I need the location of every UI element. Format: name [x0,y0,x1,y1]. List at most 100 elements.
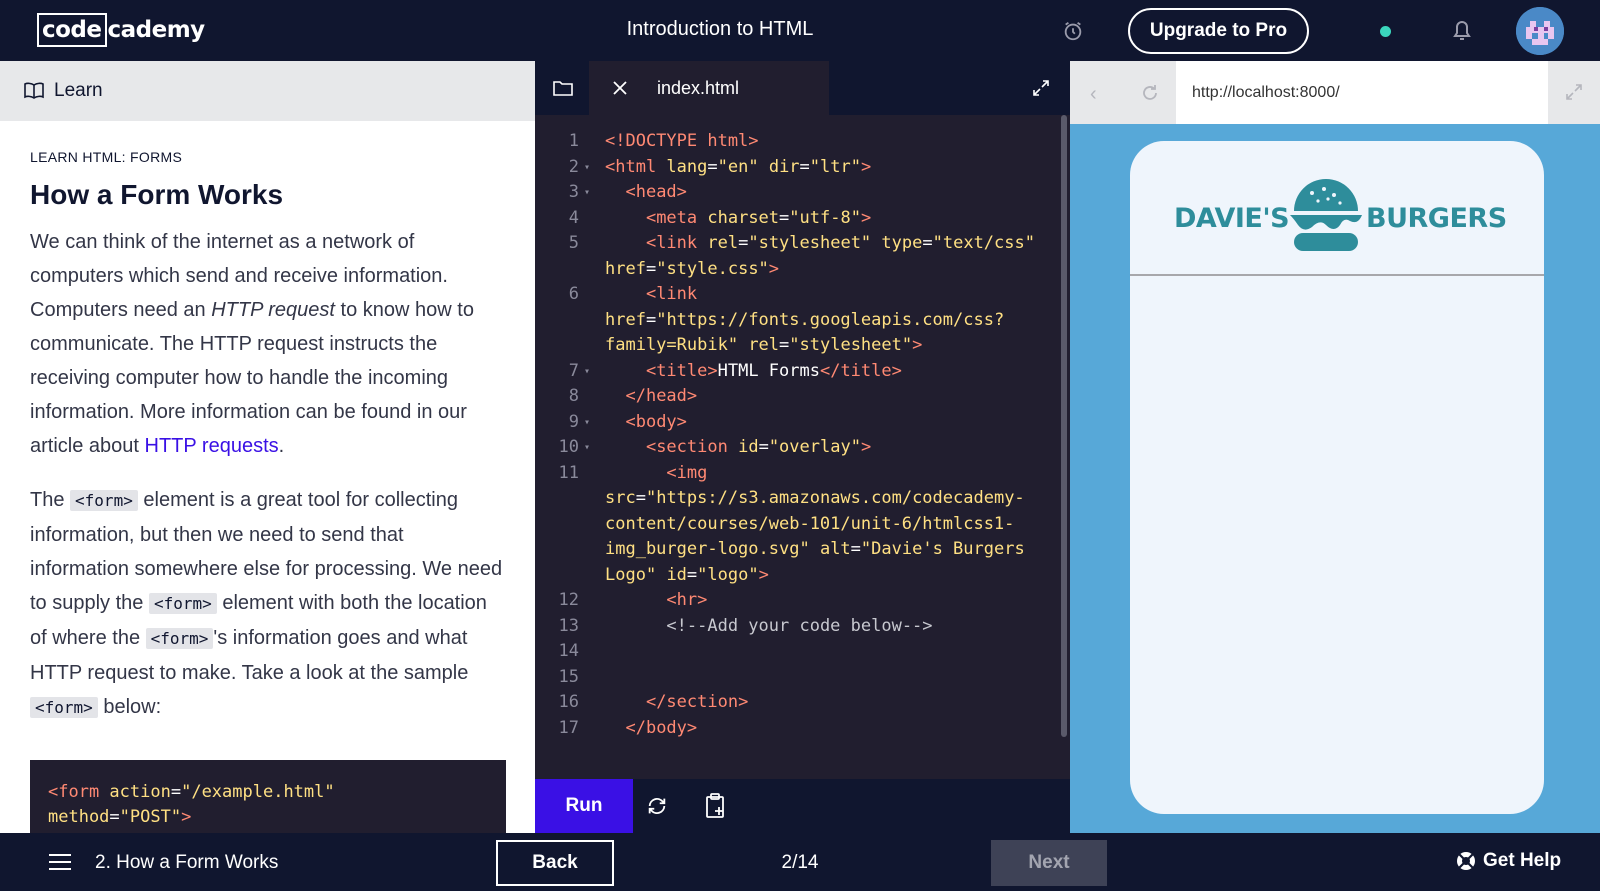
code-token: "text/css" [932,233,1035,253]
line-source: </body> [595,716,1035,742]
refresh-icon[interactable] [646,795,668,817]
line-number: 6 [568,284,579,304]
code-token: </head> [605,386,698,406]
editor-scrollbar[interactable] [1061,115,1067,737]
fold-gutter [579,129,595,155]
line-number: 8 [568,386,579,406]
code-token: = [707,156,718,177]
fold-arrow-icon[interactable]: ▾ [579,359,595,385]
code-line[interactable]: 15 [535,665,1055,691]
code-line[interactable]: 4 <meta charset="utf-8"> [535,206,1055,232]
code-line[interactable]: 11 <img src="https://s3.amazonaws.com/co… [535,461,1055,589]
code-token: = [645,258,657,279]
hamburger-menu-icon[interactable] [48,852,72,872]
code-token: <body> [605,411,687,432]
code-token: = [645,309,657,330]
code-line[interactable]: 17 </body> [535,716,1055,742]
line-source: </head> [595,384,1035,410]
code-line[interactable]: 6 <link href="https://fonts.googleapis.c… [535,282,1055,359]
learn-header[interactable]: Learn [0,61,535,121]
code-token: <link [605,233,708,253]
avatar[interactable] [1516,7,1564,55]
avatar-pixel-art [1516,7,1564,55]
inline-code: <form> [148,593,217,614]
code-token: "POST" [119,807,182,827]
code-line[interactable]: 10 ▾ <section id="overlay"> [535,435,1055,461]
code-token: id [738,437,759,457]
lesson-content: LEARN HTML: FORMS How a Form Works We ca… [0,121,535,725]
bottom-navigation-bar: 2. How a Form Works Back 2/14 Next Get H… [0,833,1600,891]
code-token: <head> [605,182,687,202]
browser-preview: ‹ http://localhost:8000/ DAVIE'S BURGERS [1070,61,1600,833]
code-token: src [605,488,636,508]
fold-arrow-icon[interactable]: ▾ [579,410,595,436]
fold-gutter [579,206,595,232]
code-token: <html [605,156,667,177]
back-arrow-icon[interactable]: ‹ [1090,83,1097,106]
code-line[interactable]: 1 <!DOCTYPE html> [535,129,1055,155]
code-line[interactable]: 7 ▾ <title>HTML Forms</title> [535,359,1055,385]
logo-text-right: BURGERS [1366,203,1507,234]
code-line[interactable]: 9 ▾ <body> [535,410,1055,436]
inline-code: <form> [70,490,138,511]
burger-icon [1290,179,1362,251]
code-line[interactable]: 5 <link rel="stylesheet" type="text/css"… [535,231,1055,282]
alarm-clock-icon[interactable] [1062,20,1084,42]
code-line[interactable]: 8 </head> [535,384,1055,410]
reload-icon[interactable] [1140,83,1160,103]
code-line[interactable]: 13 <!--Add your code below--> [535,614,1055,640]
code-token: "/example.html" [181,782,335,802]
code-area[interactable]: 1 <!DOCTYPE html> 2 ▾ <html lang="en" dir="l… [535,129,1055,741]
line-number: 16 [558,692,579,712]
code-token: = [779,335,790,355]
fold-arrow-icon[interactable]: ▾ [579,155,595,181]
code-token: <link [605,284,698,304]
line-source: </section> [595,690,1035,716]
code-line[interactable]: 2 ▾ <html lang="en" dir="ltr"> [535,155,1055,181]
code-token: = [799,156,810,177]
close-icon[interactable] [613,81,627,95]
fold-arrow-icon[interactable]: ▾ [579,180,595,206]
tab-index-html[interactable]: index.html [589,61,829,115]
bell-icon[interactable] [1450,17,1474,43]
code-token: alt [819,539,851,559]
code-token: = [686,564,698,585]
back-button[interactable]: Back [496,840,614,886]
line-number: 14 [558,641,579,661]
line-source: <body> [595,410,1035,436]
line-source: <section id="overlay"> [595,435,1035,461]
fold-gutter [579,716,595,742]
code-token: href [605,258,646,279]
breadcrumb: LEARN HTML: FORMS [30,149,183,165]
code-line[interactable]: 12 <hr> [535,588,1055,614]
sample-code-block: <form action="/example.html" method="POS… [30,760,506,833]
expand-icon[interactable] [1566,84,1582,100]
next-button[interactable]: Next [991,840,1107,886]
code-token: action [109,782,171,802]
folder-icon[interactable] [553,79,573,97]
browser-address-bar: ‹ http://localhost:8000/ [1070,61,1600,124]
code-token: = [758,437,769,457]
code-line[interactable]: 14 [535,639,1055,665]
line-source [595,665,1035,691]
code-line[interactable]: 3 ▾ <head> [535,180,1055,206]
fold-arrow-icon[interactable]: ▾ [579,435,595,461]
expand-icon[interactable] [1033,80,1049,96]
run-button[interactable]: Run [535,779,633,833]
upgrade-to-pro-button[interactable]: Upgrade to Pro [1128,8,1309,54]
line-number: 17 [558,717,579,738]
current-lesson-title[interactable]: 2. How a Form Works [95,852,278,874]
url-field[interactable]: http://localhost:8000/ [1176,61,1548,124]
http-requests-link[interactable]: HTTP requests [145,435,279,457]
text: . [278,435,285,457]
top-navigation-bar: code cademy Introduction to HTML Upgrade … [0,0,1600,61]
line-number: 9 [568,411,579,432]
sample-code-line-1: <form action="/example.html" [48,780,488,805]
code-token: method [48,807,110,827]
code-line[interactable]: 16 </section> [535,690,1055,716]
get-help-button[interactable]: Get Help [1456,850,1561,872]
inline-code: <form> [145,628,214,649]
copy-to-clipboard-icon[interactable] [705,793,727,819]
line-number: 12 [558,590,579,610]
